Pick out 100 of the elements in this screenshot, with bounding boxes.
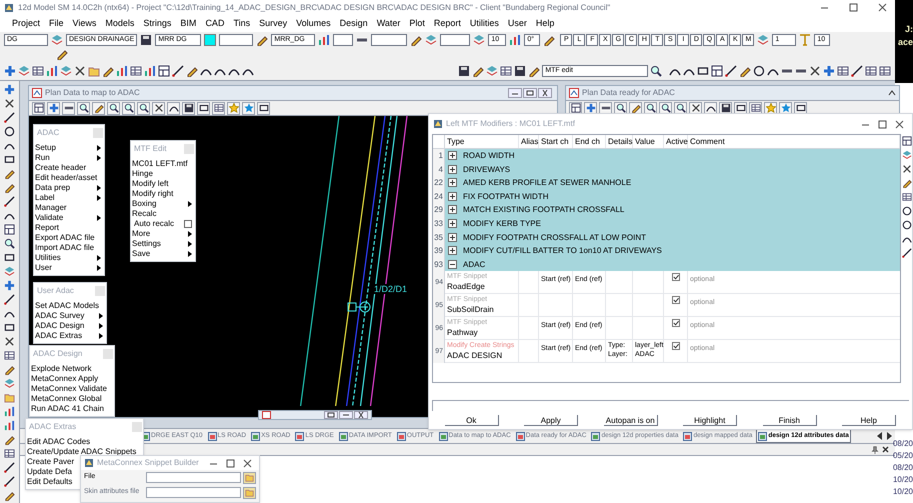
maximize-icon[interactable]: [339, 411, 353, 419]
menu-item[interactable]: Edit ADAC Codes: [27, 437, 90, 447]
rectangle-tool-icon[interactable]: [4, 252, 15, 263]
grid-icon[interactable]: [711, 64, 723, 76]
star-icon[interactable]: [228, 103, 238, 113]
checkbox[interactable]: [672, 273, 680, 282]
dropdown-field[interactable]: [371, 34, 408, 46]
menu-item[interactable]: Recalc: [132, 209, 156, 219]
layers-icon[interactable]: [4, 378, 15, 389]
rectangle-tool-icon[interactable]: [697, 64, 709, 76]
grid-icon[interactable]: [570, 103, 580, 113]
table-icon[interactable]: [4, 350, 15, 361]
line-tool-icon[interactable]: [4, 462, 15, 473]
menu-item[interactable]: Hinge: [132, 169, 153, 179]
menu-item[interactable]: Update Defa: [27, 467, 72, 477]
rectangle-tool-icon[interactable]: [4, 154, 15, 165]
layers-icon[interactable]: [60, 64, 72, 76]
expand-icon[interactable]: [448, 218, 457, 228]
layers-icon[interactable]: [18, 64, 30, 76]
grid-icon[interactable]: [34, 103, 44, 113]
plus-icon[interactable]: [4, 64, 16, 76]
expand-icon[interactable]: [448, 205, 457, 214]
menu-item[interactable]: Plot: [409, 16, 425, 30]
close-icon[interactable]: [882, 446, 889, 453]
maximize-icon[interactable]: [226, 458, 235, 468]
line-tool-icon[interactable]: [902, 248, 912, 258]
color-swatch-icon[interactable]: [204, 34, 216, 46]
menu-item[interactable]: Settings: [132, 239, 161, 249]
table-icon[interactable]: [750, 103, 760, 113]
scroll-up-icon[interactable]: [888, 89, 896, 97]
line-tool-icon[interactable]: [172, 64, 184, 76]
zoom-icon[interactable]: [676, 103, 686, 113]
star-icon[interactable]: [766, 103, 776, 113]
table-icon[interactable]: [500, 64, 512, 76]
zoom-icon[interactable]: [138, 103, 148, 113]
layers-icon[interactable]: [51, 34, 63, 46]
menu-item[interactable]: Utilities: [35, 253, 61, 263]
zoom-icon[interactable]: [78, 103, 88, 113]
zoom-icon[interactable]: [660, 103, 670, 113]
cross-icon[interactable]: [74, 64, 86, 76]
menu-item[interactable]: BIM: [180, 16, 196, 30]
star-icon[interactable]: [244, 103, 254, 113]
zoom-icon[interactable]: [650, 64, 662, 76]
menu-item[interactable]: File: [49, 16, 64, 30]
layers-icon[interactable]: [757, 34, 770, 46]
chart-icon[interactable]: [4, 406, 15, 417]
pencil-icon[interactable]: [4, 364, 15, 375]
pencil-icon[interactable]: [739, 64, 751, 76]
table-icon[interactable]: [32, 64, 44, 76]
scroll-left-icon[interactable]: [876, 432, 883, 440]
menu-item[interactable]: ADAC Survey: [35, 311, 84, 321]
column-header[interactable]: Type: [445, 135, 519, 148]
column-header[interactable]: Value: [633, 135, 664, 148]
plus-icon[interactable]: [4, 84, 15, 95]
menu-item[interactable]: Edit header/asset: [35, 173, 98, 183]
pencil-icon[interactable]: [186, 64, 198, 76]
expand-icon[interactable]: [448, 164, 457, 174]
layers-icon[interactable]: [486, 64, 498, 76]
line-tool-icon[interactable]: [725, 64, 737, 76]
dialog-button[interactable]: Highlight: [683, 415, 738, 426]
menu-item[interactable]: Modify right: [132, 189, 174, 199]
grid-icon[interactable]: [4, 224, 15, 235]
dialog-button[interactable]: Help: [842, 415, 896, 426]
folder-icon[interactable]: [4, 392, 15, 403]
pencil-icon[interactable]: [4, 182, 15, 193]
cross-icon[interactable]: [4, 98, 15, 109]
menu-item[interactable]: MC01 LEFT.mtf: [132, 159, 188, 169]
close-icon[interactable]: [538, 88, 552, 98]
menu-item[interactable]: MetaConnex Validate: [31, 384, 107, 394]
layers-icon[interactable]: [425, 34, 438, 46]
menu-item[interactable]: MetaConnex Apply: [31, 374, 98, 384]
dialog-button[interactable]: Autopan is on: [604, 415, 658, 426]
menu-item[interactable]: Boxing: [132, 199, 156, 209]
chart-icon[interactable]: [318, 34, 330, 46]
close-icon[interactable]: [354, 411, 368, 419]
table-icon[interactable]: [879, 64, 891, 76]
menu-item[interactable]: Run: [35, 153, 50, 163]
expand-icon[interactable]: [448, 232, 457, 242]
chart-icon[interactable]: [509, 34, 522, 46]
menu-item[interactable]: Edit Defaults: [27, 477, 72, 487]
menu-item[interactable]: Models: [105, 16, 134, 30]
pencil-icon[interactable]: [102, 64, 114, 76]
zoom-icon[interactable]: [616, 103, 626, 113]
menu-item[interactable]: Validate: [35, 213, 64, 223]
cross-icon[interactable]: [690, 103, 700, 113]
menu-item[interactable]: Auto recalc: [132, 219, 174, 229]
expand-icon[interactable]: [448, 178, 457, 188]
menu-item[interactable]: More: [132, 229, 150, 239]
pin-icon[interactable]: [871, 446, 879, 454]
input-field[interactable]: [432, 400, 909, 411]
pencil-icon[interactable]: [56, 48, 68, 60]
line-tool-icon[interactable]: [851, 64, 863, 76]
cross-icon[interactable]: [154, 103, 164, 113]
pencil-icon[interactable]: [528, 64, 540, 76]
circle-tool-icon[interactable]: [753, 64, 765, 76]
expand-icon[interactable]: [448, 151, 457, 160]
menu-item[interactable]: Import ADAC file: [35, 243, 94, 253]
menu-item[interactable]: Help: [536, 16, 554, 30]
menu-item[interactable]: Manager: [35, 203, 67, 213]
pencil-icon[interactable]: [472, 64, 484, 76]
